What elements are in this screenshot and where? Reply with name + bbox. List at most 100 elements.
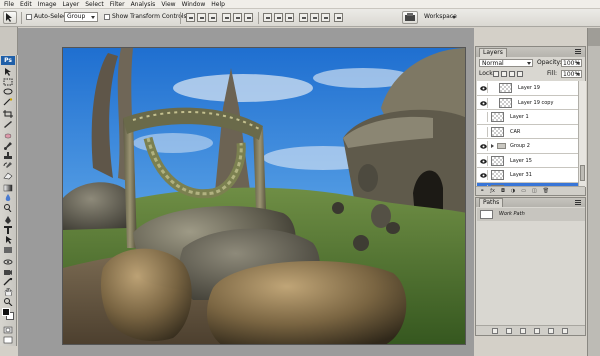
distribute-vcenter-icon[interactable] — [274, 13, 283, 22]
lock-all-icon[interactable] — [517, 71, 523, 77]
menu-file[interactable]: File — [4, 0, 14, 9]
align-hcenter-icon[interactable] — [233, 13, 242, 22]
distribute-top-icon[interactable] — [263, 13, 272, 22]
magic-wand-tool-icon[interactable] — [3, 98, 13, 106]
lock-transparency-icon[interactable] — [493, 71, 499, 77]
panel-menu-icon[interactable] — [575, 200, 581, 205]
layer-row[interactable]: Layer 31 — [477, 168, 578, 183]
fill-field[interactable]: 100% — [561, 70, 582, 78]
menu-help[interactable]: Help — [211, 0, 225, 9]
align-right-icon[interactable] — [244, 13, 253, 22]
new-layer-icon[interactable]: ◫ — [532, 188, 537, 194]
make-work-path-icon[interactable] — [534, 327, 540, 334]
menu-select[interactable]: Select — [85, 0, 104, 9]
align-bottom-icon[interactable] — [208, 13, 217, 22]
visibility-toggle[interactable] — [479, 126, 488, 137]
scrollbar-thumb[interactable] — [580, 165, 585, 181]
gradient-tool-icon[interactable] — [3, 184, 13, 192]
move-tool-preset-button[interactable] — [3, 11, 17, 24]
panel-menu-icon[interactable] — [575, 49, 581, 54]
expand-triangle-icon[interactable] — [491, 144, 494, 148]
distribute-right-icon[interactable] — [321, 13, 330, 22]
fill-path-icon[interactable] — [492, 327, 498, 334]
align-left-icon[interactable] — [222, 13, 231, 22]
stroke-path-icon[interactable] — [506, 327, 512, 334]
healing-brush-tool-icon[interactable] — [3, 132, 13, 140]
hand-tool-icon[interactable] — [3, 288, 13, 296]
chevron-down-icon[interactable] — [452, 16, 456, 19]
auto-select-dropdown[interactable]: Group — [64, 12, 98, 22]
eyedropper-tool-icon[interactable] — [3, 278, 13, 286]
load-selection-icon[interactable] — [520, 327, 526, 334]
new-path-icon[interactable] — [548, 327, 554, 334]
menu-view[interactable]: View — [161, 0, 175, 9]
pen-tool-icon[interactable] — [3, 216, 13, 224]
shape-tool-icon[interactable] — [3, 246, 13, 254]
workspace-switcher-button[interactable] — [402, 11, 418, 24]
menu-layer[interactable]: Layer — [62, 0, 79, 9]
dodge-tool-icon[interactable] — [3, 204, 13, 212]
menu-window[interactable]: Window — [182, 0, 206, 9]
brush-tool-icon[interactable] — [3, 142, 13, 150]
link-layers-icon[interactable]: ⚭ — [480, 188, 484, 194]
delete-layer-icon[interactable]: 🗑 — [543, 188, 549, 194]
adjustment-layer-icon[interactable]: ◑ — [511, 188, 515, 194]
layer-row[interactable]: Layer 19 — [477, 81, 578, 96]
tab-paths[interactable]: Paths — [479, 198, 504, 207]
tab-layers[interactable]: Layers — [479, 48, 507, 57]
opacity-field[interactable]: 100% — [561, 59, 582, 67]
auto-select-checkbox[interactable] — [26, 14, 32, 20]
distribute-hcenter-icon[interactable] — [310, 13, 319, 22]
layer-row[interactable]: Layer 19 copy — [477, 95, 578, 110]
menu-filter[interactable]: Filter — [110, 0, 125, 9]
chevron-down-icon — [91, 16, 95, 19]
layer-row[interactable]: Layer 15 — [477, 153, 578, 168]
visibility-toggle[interactable] — [479, 83, 488, 93]
layer-name: Layer 19 copy — [518, 99, 554, 106]
zoom-tool-icon[interactable] — [3, 298, 13, 306]
distribute-bottom-icon[interactable] — [285, 13, 294, 22]
clone-stamp-tool-icon[interactable] — [3, 152, 13, 160]
menu-image[interactable]: Image — [38, 0, 57, 9]
menu-analysis[interactable]: Analysis — [131, 0, 156, 9]
move-tool-icon[interactable] — [3, 68, 13, 76]
lock-pixels-icon[interactable] — [501, 71, 507, 77]
path-selection-tool-icon[interactable] — [3, 236, 13, 244]
3d-rotate-tool-icon[interactable] — [3, 258, 13, 266]
new-group-icon[interactable]: ▭ — [521, 188, 526, 194]
auto-align-icon[interactable] — [334, 13, 343, 22]
quick-mask-icon[interactable] — [3, 326, 13, 334]
visibility-toggle[interactable] — [479, 112, 488, 122]
screen-mode-icon[interactable] — [3, 336, 13, 344]
crop-tool-icon[interactable] — [3, 110, 13, 118]
delete-path-icon[interactable] — [562, 327, 568, 334]
layers-scrollbar[interactable] — [578, 81, 586, 187]
visibility-toggle[interactable] — [479, 155, 488, 166]
3d-camera-tool-icon[interactable] — [3, 268, 13, 276]
visibility-toggle[interactable] — [479, 141, 488, 151]
align-vcenter-icon[interactable] — [197, 13, 206, 22]
align-top-icon[interactable] — [186, 13, 195, 22]
type-tool-icon[interactable] — [3, 226, 13, 234]
layer-row[interactable]: CAR — [477, 124, 578, 139]
foreground-color-swatch[interactable] — [2, 308, 10, 316]
document-canvas[interactable] — [62, 47, 466, 345]
history-brush-tool-icon[interactable] — [3, 162, 13, 170]
lasso-tool-icon[interactable] — [3, 88, 13, 96]
layer-row[interactable]: Group 2 — [477, 139, 578, 154]
visibility-toggle[interactable] — [479, 97, 488, 108]
path-item[interactable]: Work Path — [477, 208, 585, 221]
menu-edit[interactable]: Edit — [20, 0, 32, 9]
distribute-left-icon[interactable] — [299, 13, 308, 22]
visibility-toggle[interactable] — [479, 170, 488, 180]
layer-mask-icon[interactable]: ◘ — [501, 188, 505, 194]
lock-position-icon[interactable] — [509, 71, 515, 77]
blur-tool-icon[interactable] — [3, 194, 13, 202]
layer-row[interactable]: Layer 1 — [477, 110, 578, 125]
marquee-tool-icon[interactable] — [3, 78, 13, 86]
blend-mode-dropdown[interactable]: Normal — [479, 59, 533, 67]
slice-tool-icon[interactable] — [3, 120, 13, 128]
eraser-tool-icon[interactable] — [3, 172, 13, 180]
show-transform-checkbox[interactable] — [104, 14, 110, 20]
layer-style-icon[interactable]: ƒx — [490, 188, 495, 194]
